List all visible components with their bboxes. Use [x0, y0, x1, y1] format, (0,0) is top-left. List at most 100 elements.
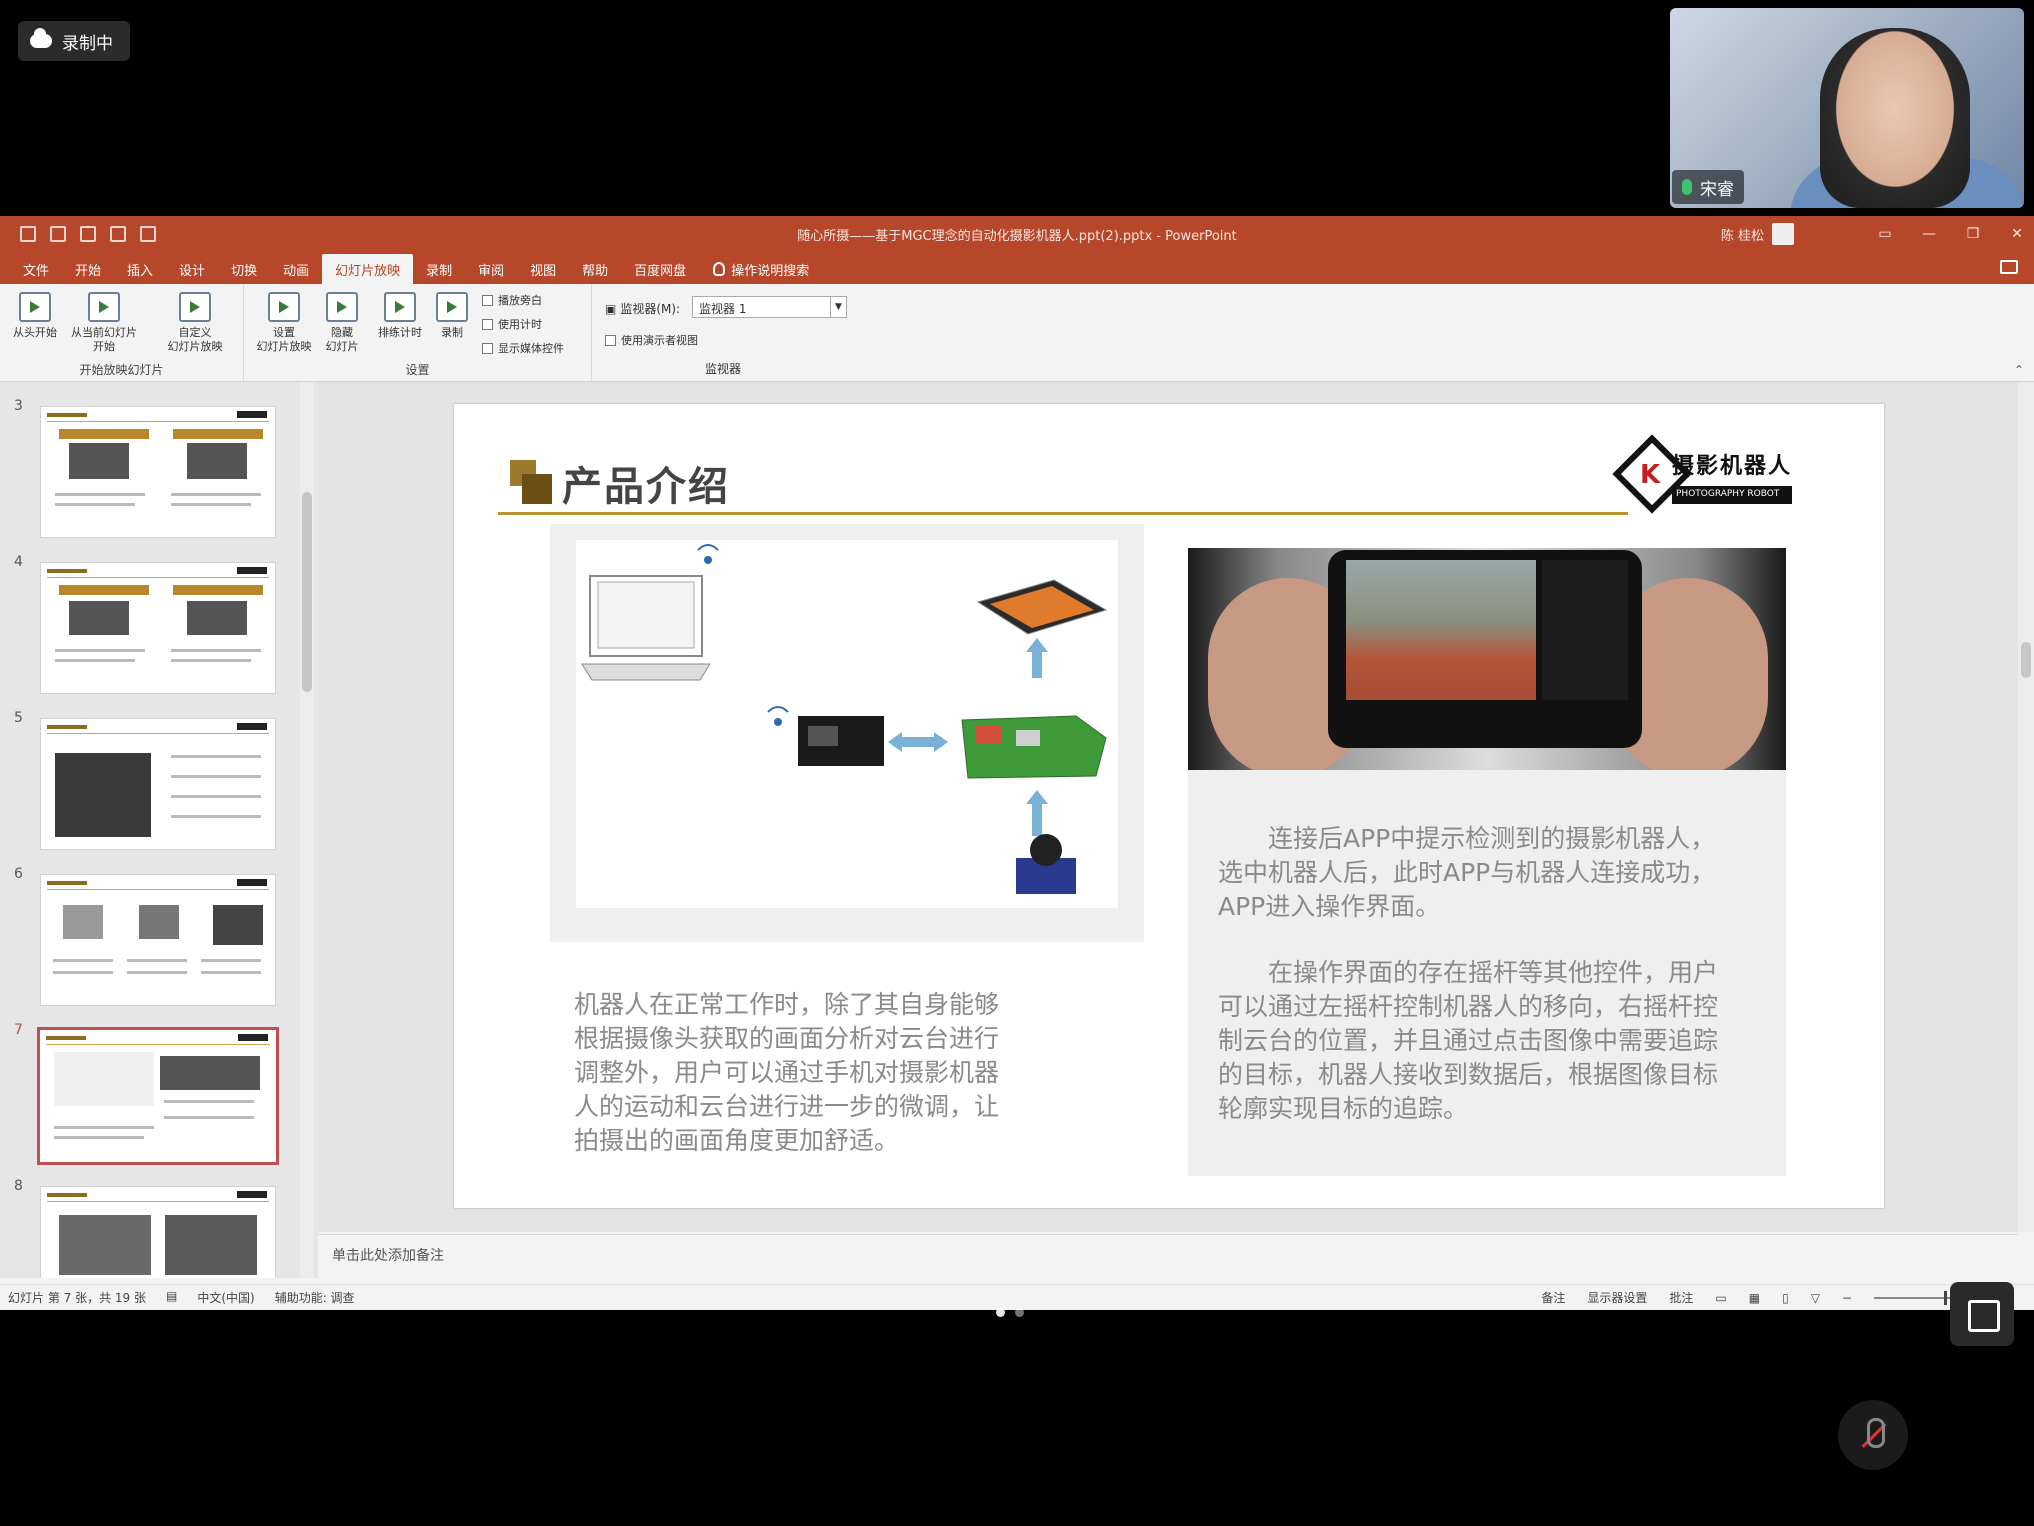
tab-baidu[interactable]: 百度网盘 [621, 254, 699, 284]
user-name: 陈 桂松 [1720, 228, 1764, 244]
close-icon[interactable]: ✕ [2010, 226, 2024, 242]
title-divider [498, 512, 1628, 515]
tab-help[interactable]: 帮助 [569, 254, 621, 284]
slide-thumbnail[interactable] [40, 874, 276, 1006]
title-decoration-icon [510, 460, 554, 504]
custom-show-icon [179, 292, 211, 322]
record-button[interactable]: 录制 [432, 292, 472, 340]
chevron-down-icon: ▼ [830, 297, 846, 317]
fullscreen-button[interactable] [1950, 1282, 2014, 1346]
save-icon[interactable] [20, 226, 36, 242]
notes-toggle[interactable]: 备注 [1541, 1289, 1565, 1306]
restore-icon[interactable]: ❐ [1966, 226, 1980, 242]
play-narration-checkbox[interactable]: 播放旁白 [482, 292, 542, 308]
presenter-view-checkbox[interactable]: 使用演示者视图 [605, 332, 698, 348]
tab-transitions[interactable]: 切换 [218, 254, 270, 284]
reading-view-icon[interactable]: ▯ [1782, 1291, 1789, 1305]
slide-thumbnails: 3 4 5 6 7 8 [0, 382, 318, 1278]
ribbon-display-icon[interactable]: ▭ [1878, 226, 1892, 242]
redo-icon[interactable] [80, 226, 96, 242]
language[interactable]: 中文(中国) [197, 1289, 254, 1306]
mute-mic-button[interactable] [1838, 1400, 1908, 1470]
monitor-label: ▣ 监视器(M): [605, 301, 681, 317]
tell-me-label: 操作说明搜索 [731, 263, 810, 279]
slide-sorter-icon[interactable]: ▦ [1749, 1291, 1760, 1305]
group-label: 设置 [405, 363, 430, 377]
accessibility-status[interactable]: 辅助功能: 调查 [275, 1289, 355, 1306]
monitor-select[interactable]: 监视器 1 ▼ [692, 296, 847, 318]
page-indicator [996, 1308, 1024, 1317]
participant-name: 宋睿 [1700, 179, 1734, 200]
show-media-controls-checkbox[interactable]: 显示媒体控件 [482, 340, 564, 356]
setup-icon [268, 292, 300, 322]
app-photo[interactable] [1188, 548, 1786, 770]
account[interactable]: 陈 桂松 [1721, 223, 1794, 245]
tab-slideshow[interactable]: 幻灯片放映 [322, 254, 414, 284]
setup-slideshow-button[interactable]: 设置 幻灯片放映 [252, 292, 316, 354]
right-description-1[interactable]: 连接后APP中提示检测到的摄影机器人，选中机器人后，此时APP与机器人连接成功，… [1218, 822, 1738, 924]
status-bar: 幻灯片 第 7 张，共 19 张 ▤ 中文(中国) 辅助功能: 调查 备注 显示… [0, 1284, 2034, 1310]
slide-title[interactable]: 产品介绍 [562, 454, 730, 512]
system-diagram[interactable] [550, 524, 1144, 942]
play-icon [19, 292, 51, 322]
slide-thumbnail[interactable] [40, 406, 276, 538]
comments-toggle[interactable]: 批注 [1669, 1289, 1693, 1306]
tell-me-search[interactable]: 操作说明搜索 [699, 254, 809, 284]
mic-icon [1682, 179, 1692, 195]
comments-icon[interactable] [2000, 260, 2018, 274]
record-icon [436, 292, 468, 322]
thumbnail-scrollbar[interactable] [300, 382, 314, 1278]
undo-icon[interactable] [50, 226, 66, 242]
collapse-ribbon-icon[interactable]: ⌃ [2014, 363, 2024, 377]
group-start-slideshow: 从头开始 从当前幻灯片 开始 自定义 幻灯片放映 开始放映幻灯片 [0, 284, 244, 382]
spellcheck-icon[interactable]: ▤ [166, 1289, 177, 1306]
group-label: 开始放映幻灯片 [79, 363, 164, 377]
quick-access-toolbar [0, 226, 156, 242]
recording-label: 录制中 [62, 33, 113, 54]
slide-canvas[interactable]: 产品介绍 K 摄影机器人 PHOTOGRAPHY ROBOT 机器人在正常工作时… [454, 404, 1884, 1208]
slide-thumbnail[interactable] [40, 562, 276, 694]
hide-slide-icon [326, 292, 358, 322]
powerpoint-window: 随心所摄——基于MGC理念的自动化摄影机器人.ppt(2).pptx - Pow… [0, 216, 2034, 1310]
minimize-icon[interactable]: — [1922, 226, 1936, 242]
tab-record[interactable]: 录制 [413, 254, 465, 284]
slide-counter: 幻灯片 第 7 张，共 19 张 [8, 1291, 146, 1305]
slideshow-view-icon[interactable]: ▽ [1811, 1291, 1820, 1305]
editor-scrollbar[interactable] [2018, 382, 2034, 1232]
tab-file[interactable]: 文件 [10, 254, 62, 284]
tab-review[interactable]: 审阅 [465, 254, 517, 284]
from-current-button[interactable]: 从当前幻灯片 开始 [62, 292, 146, 354]
right-description-2[interactable]: 在操作界面的存在摇杆等其他控件，用户可以通过左摇杆控制机器人的移向，右摇杆控制云… [1218, 956, 1738, 1126]
display-settings[interactable]: 显示器设置 [1587, 1289, 1647, 1306]
webcam-video: 宋睿 [1670, 8, 2024, 208]
slide-thumbnail[interactable] [40, 718, 276, 850]
notes-pane[interactable]: 单击此处添加备注 [318, 1234, 2018, 1276]
custom-slideshow-button[interactable]: 自定义 幻灯片放映 [150, 292, 240, 354]
layout-icon[interactable] [140, 226, 156, 242]
use-timings-checkbox[interactable]: 使用计时 [482, 316, 542, 332]
zoom-out-icon[interactable]: − [1842, 1291, 1852, 1305]
brand-logo: K 摄影机器人 PHOTOGRAPHY ROBOT [1612, 434, 1798, 516]
from-start-button[interactable]: 从头开始 [8, 292, 62, 340]
rehearse-timings-button[interactable]: 排练计时 [372, 292, 428, 340]
slide-thumbnail-selected[interactable] [37, 1027, 279, 1165]
ribbon-tabs: 文件 开始 插入 设计 切换 动画 幻灯片放映 录制 审阅 视图 帮助 百度网盘… [0, 252, 2034, 284]
lightbulb-icon [713, 262, 726, 276]
timer-icon [384, 292, 416, 322]
slide-thumbnail[interactable] [40, 1186, 276, 1278]
group-label: 监视器 [704, 362, 741, 376]
app-screen-image [1346, 560, 1536, 700]
tab-insert[interactable]: 插入 [114, 254, 166, 284]
left-description[interactable]: 机器人在正常工作时，除了其自身能够根据摄像头获取的画面分析对云台进行调整外，用户… [574, 988, 1004, 1158]
tab-home[interactable]: 开始 [62, 254, 114, 284]
tab-animations[interactable]: 动画 [270, 254, 322, 284]
tab-design[interactable]: 设计 [166, 254, 218, 284]
monitor-icon: ▣ [605, 301, 617, 316]
present-icon[interactable] [110, 226, 126, 242]
slide-editor: 产品介绍 K 摄影机器人 PHOTOGRAPHY ROBOT 机器人在正常工作时… [318, 382, 2018, 1232]
title-bar: 随心所摄——基于MGC理念的自动化摄影机器人.ppt(2).pptx - Pow… [0, 216, 2034, 252]
hide-slide-button[interactable]: 隐藏 幻灯片 [318, 292, 366, 354]
normal-view-icon[interactable]: ▭ [1715, 1291, 1726, 1305]
window-controls: ▭ — ❐ ✕ [1878, 226, 2024, 242]
tab-view[interactable]: 视图 [517, 254, 569, 284]
